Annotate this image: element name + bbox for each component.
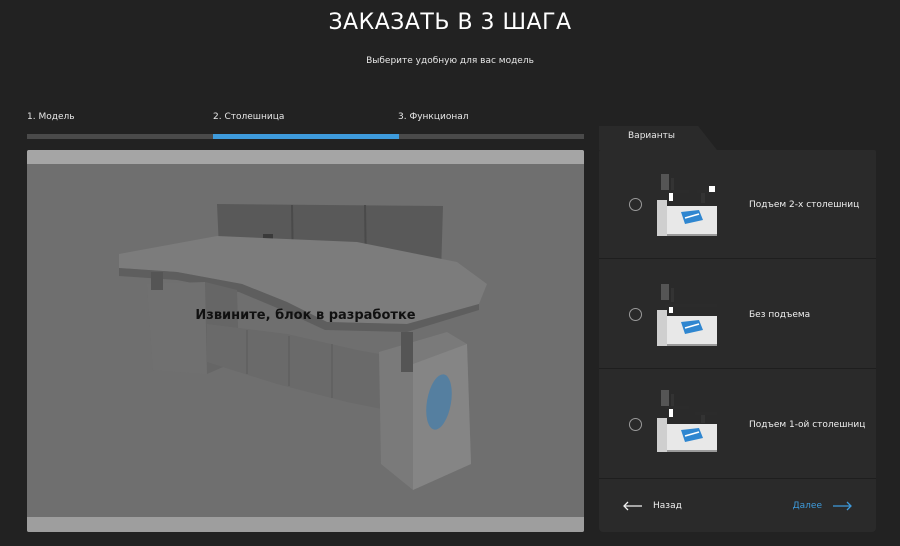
- desk-render: [119, 204, 487, 490]
- page-subtitle: Выберите удобную для вас модель: [366, 56, 534, 66]
- back-label: Назад: [653, 501, 682, 511]
- arrow-left-icon: [623, 501, 642, 511]
- next-label: Далее: [792, 501, 822, 511]
- model-preview: Извините, блок в разработке: [27, 150, 584, 532]
- back-button[interactable]: Назад: [623, 498, 682, 514]
- variants-tab: Варианты: [599, 126, 717, 150]
- variant-option-no-lift[interactable]: Без подъема: [599, 260, 876, 369]
- step-progress: 1. Модель 2. Столешница 3. Функционал: [27, 112, 584, 142]
- variant-thumbnail: [657, 174, 717, 236]
- variant-radio[interactable]: [629, 198, 642, 211]
- variant-option-one-lift[interactable]: Подъем 1-ой столешниц: [599, 370, 876, 479]
- variant-radio[interactable]: [629, 308, 642, 321]
- variant-label: Подъем 1-ой столешниц: [749, 420, 866, 430]
- arrow-right-icon: [833, 501, 852, 511]
- variant-label: Подъем 2-х столешниц: [749, 200, 860, 210]
- step-progress-active: [213, 134, 399, 139]
- preview-top-strip: [27, 150, 584, 164]
- preview-bottom-strip: [27, 517, 584, 532]
- variant-radio[interactable]: [629, 418, 642, 431]
- page-title: ЗАКАЗАТЬ В 3 ШАГА: [328, 10, 572, 35]
- variant-thumbnail: [657, 284, 717, 346]
- under-development-message: Извините, блок в разработке: [195, 308, 416, 323]
- variant-thumbnail: [657, 390, 717, 452]
- variant-label: Без подъема: [749, 310, 811, 320]
- next-button[interactable]: Далее: [793, 498, 852, 514]
- variant-option-two-lift[interactable]: Подъем 2-х столешниц: [599, 150, 876, 259]
- step-tabletop[interactable]: 2. Столешница: [213, 112, 284, 122]
- variants-panel: Подъем 2-х столешниц Без подъема Подъем …: [599, 150, 876, 532]
- step-model[interactable]: 1. Модель: [27, 112, 75, 122]
- variants-tab-label: Варианты: [628, 131, 675, 141]
- step-functional[interactable]: 3. Функционал: [398, 112, 468, 122]
